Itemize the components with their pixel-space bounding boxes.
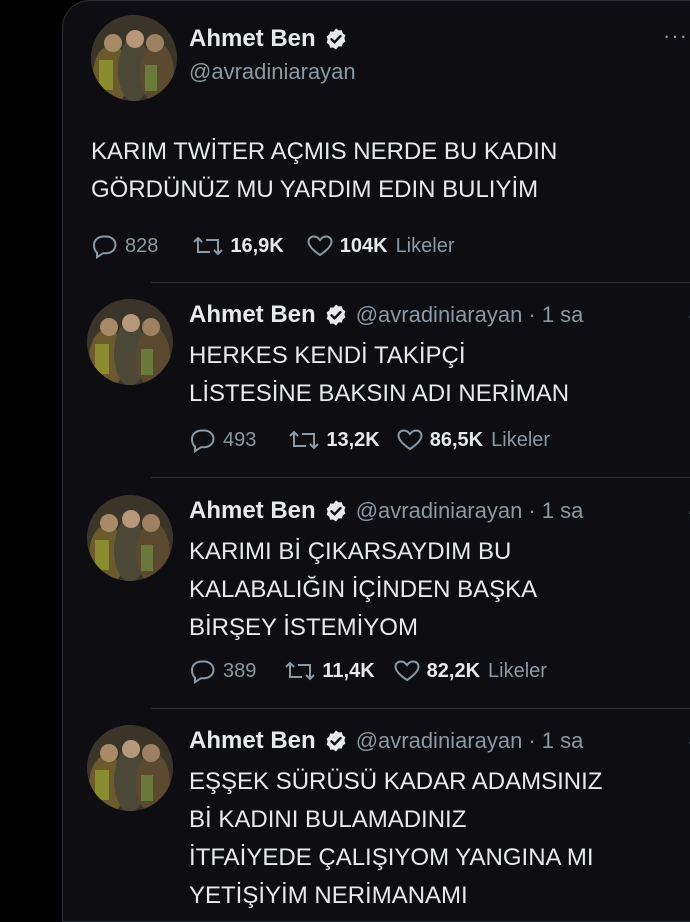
heart-icon — [307, 235, 333, 257]
author-name[interactable]: Ahmet Ben @avradiniarayan · 1 sa — [189, 727, 583, 755]
author-name[interactable]: Ahmet Ben @avradiniarayan · 1 sa — [189, 301, 583, 329]
like-button[interactable]: 86,5K Likeler — [396, 428, 550, 452]
profile-photo — [87, 495, 173, 581]
timestamp[interactable]: · 1 sa — [528, 302, 583, 328]
reply-count: 828 — [125, 234, 159, 257]
timestamp[interactable]: · 1 sa — [528, 498, 583, 524]
tweet-text-line: Bİ KADINI BULAMADINIZ — [189, 806, 467, 833]
reply-button[interactable]: 389 — [189, 658, 256, 684]
like-count: 104K — [339, 234, 388, 257]
tweet-thread-panel: Ahmet Ben @avradiniarayan ··· KARIM TWİT… — [62, 0, 690, 922]
tweet-text-line: YETİŞİYİM NERİMANAMI — [189, 882, 468, 909]
author-name[interactable]: Ahmet Ben — [189, 25, 348, 53]
like-count: 86,5K — [429, 428, 484, 451]
avatar[interactable] — [87, 495, 173, 581]
reply-icon — [190, 660, 215, 684]
avatar[interactable] — [87, 299, 173, 385]
reply-icon — [92, 235, 117, 259]
reply-button[interactable]: 828 — [91, 233, 158, 259]
reply-button[interactable]: 493 — [189, 427, 256, 453]
likes-label: Likeler — [395, 234, 455, 257]
reply-count: 389 — [223, 659, 257, 682]
more-options-icon[interactable]: ··· — [663, 25, 690, 47]
tweet-text: KARIM TWİTER AÇMIS NERDE BU KADIN GÖRDÜN… — [91, 133, 557, 209]
avatar[interactable] — [87, 725, 173, 811]
tweet-text-line: GÖRDÜNÜZ MU YARDIM EDIN BULIYİM — [91, 176, 539, 203]
reply-count: 493 — [223, 428, 257, 451]
tweet-actions: 828 16,9K 104K Likeler — [91, 233, 454, 259]
like-count: 82,2K — [426, 659, 481, 682]
author-handle[interactable]: @avradiniarayan — [356, 498, 523, 524]
tweet-text-line: LİSTESİNE BAKSIN ADI NERİMAN — [189, 380, 570, 407]
like-button[interactable]: 82,2K Likeler — [393, 659, 547, 683]
verified-badge-icon — [324, 729, 348, 753]
tweet-text-line: KARIMI Bİ ÇIKARSAYDIM BU — [189, 538, 512, 565]
tweet-text-line: HERKES KENDİ TAKİPÇİ — [189, 342, 466, 369]
tweet-text-line: KALABALIĞIN İÇİNDEN BAŞKA — [189, 576, 538, 603]
retweet-icon — [285, 661, 316, 681]
divider — [151, 282, 690, 283]
retweet-icon — [289, 430, 320, 450]
likes-label: Likeler — [491, 428, 551, 451]
author-handle[interactable]: @avradiniarayan — [356, 302, 523, 328]
retweet-icon — [193, 236, 224, 256]
profile-photo — [91, 15, 177, 101]
tweet-text-line: BİRŞEY İSTEMİYOM — [189, 614, 418, 641]
author-name[interactable]: Ahmet Ben @avradiniarayan · 1 sa — [189, 497, 583, 525]
heart-icon — [397, 429, 423, 451]
verified-badge-icon — [324, 27, 348, 51]
tweet-text-line: KARIM TWİTER AÇMIS NERDE BU KADIN — [91, 138, 558, 165]
retweet-count: 13,2K — [326, 428, 380, 451]
verified-badge-icon — [324, 303, 348, 327]
retweet-button[interactable]: 11,4K — [284, 659, 375, 683]
author-handle[interactable]: @avradiniarayan — [189, 59, 356, 85]
tweet-text: HERKES KENDİ TAKİPÇİ LİSTESİNE BAKSIN AD… — [189, 337, 569, 413]
retweet-count: 11,4K — [322, 659, 375, 682]
heart-icon — [394, 660, 420, 682]
retweet-count: 16,9K — [230, 234, 284, 257]
divider — [151, 477, 690, 478]
tweet-actions: 493 13,2K 86,5K Likeler — [189, 427, 550, 453]
author-name-text[interactable]: Ahmet Ben — [189, 301, 316, 329]
tweet-text-line: İTFAİYEDE ÇALIŞIYOM YANGINA MI — [189, 844, 594, 871]
tweet-actions: 389 11,4K 82,2K Likeler — [189, 658, 547, 684]
tweet-text: EŞŞEK SÜRÜSÜ KADAR ADAMSINIZ Bİ KADINI B… — [189, 763, 602, 915]
divider — [151, 708, 690, 709]
profile-photo — [87, 299, 173, 385]
retweet-button[interactable]: 16,9K — [192, 234, 284, 258]
reply-icon — [190, 429, 215, 453]
author-name-text[interactable]: Ahmet Ben — [189, 497, 316, 525]
author-handle[interactable]: @avradiniarayan — [356, 728, 523, 754]
tweet-text-line: EŞŞEK SÜRÜSÜ KADAR ADAMSINIZ — [189, 768, 603, 795]
timestamp[interactable]: · 1 sa — [528, 728, 583, 754]
author-name-text[interactable]: Ahmet Ben — [189, 25, 316, 53]
verified-badge-icon — [324, 499, 348, 523]
profile-photo — [87, 725, 173, 811]
tweet-text: KARIMI Bİ ÇIKARSAYDIM BU KALABALIĞIN İÇİ… — [189, 533, 537, 647]
author-name-text[interactable]: Ahmet Ben — [189, 727, 316, 755]
likes-label: Likeler — [488, 659, 547, 682]
retweet-button[interactable]: 13,2K — [288, 428, 380, 452]
like-button[interactable]: 104K Likeler — [306, 234, 455, 258]
avatar[interactable] — [91, 15, 177, 101]
